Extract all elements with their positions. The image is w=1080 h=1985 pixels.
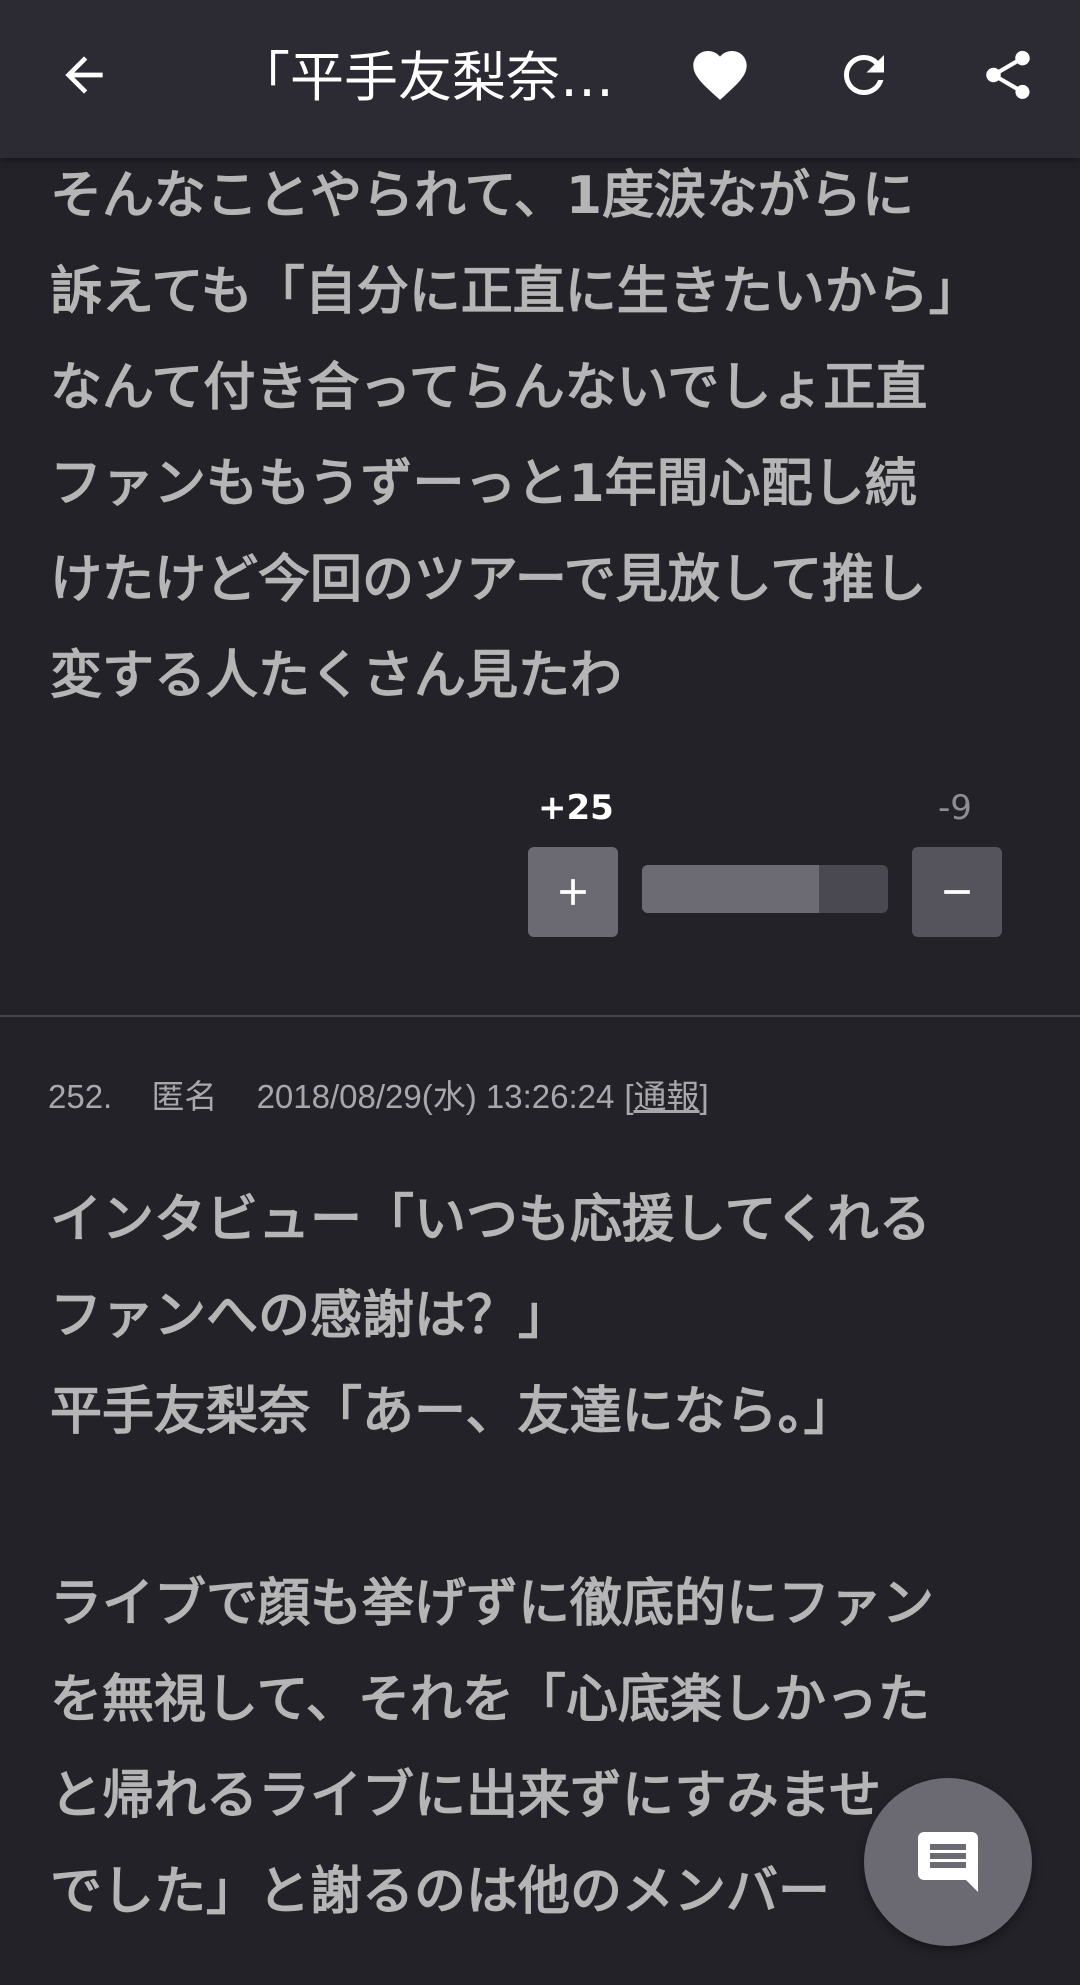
back-button[interactable] <box>44 35 124 115</box>
comment-divider <box>0 1015 1080 1017</box>
comment-number: 252. <box>48 1078 113 1115</box>
minus-vote-count: -9 <box>938 788 972 828</box>
comment-datetime: 2018/08/29(水) 13:26:24 <box>256 1078 615 1115</box>
comment-meta: 252. 匿名 2018/08/29(水) 13:26:24 [通報] <box>48 1070 709 1118</box>
comment-icon <box>918 1832 978 1892</box>
comment-body: そんなことやられて、1度涙ながらに 訴えても「自分に正直に生きたいから」 なんて… <box>50 166 981 706</box>
comment-fab[interactable] <box>864 1778 1032 1946</box>
share-button[interactable] <box>968 35 1048 115</box>
report-bracket-close: ] <box>699 1078 709 1115</box>
plus-vote-button[interactable] <box>528 847 618 937</box>
vote-ratio-fill <box>642 865 820 913</box>
plus-icon <box>560 879 586 905</box>
arrow-left-icon <box>65 56 103 94</box>
report-bracket-open: [ <box>624 1078 634 1115</box>
share-icon <box>986 50 1030 99</box>
app-bar: 「平手友梨奈… <box>0 0 1080 158</box>
minus-vote-button[interactable] <box>912 847 1002 937</box>
comment-author: 匿名 <box>151 1078 218 1115</box>
vote-ratio-bar <box>642 865 888 913</box>
heart-icon <box>693 51 747 100</box>
plus-vote-count: +25 <box>538 788 614 828</box>
refresh-icon <box>844 55 884 95</box>
favorite-button[interactable] <box>680 35 760 115</box>
report-link[interactable]: 通報 <box>634 1078 700 1115</box>
minus-icon <box>944 890 970 894</box>
page-title: 「平手友梨奈… <box>236 46 614 109</box>
refresh-button[interactable] <box>824 35 904 115</box>
